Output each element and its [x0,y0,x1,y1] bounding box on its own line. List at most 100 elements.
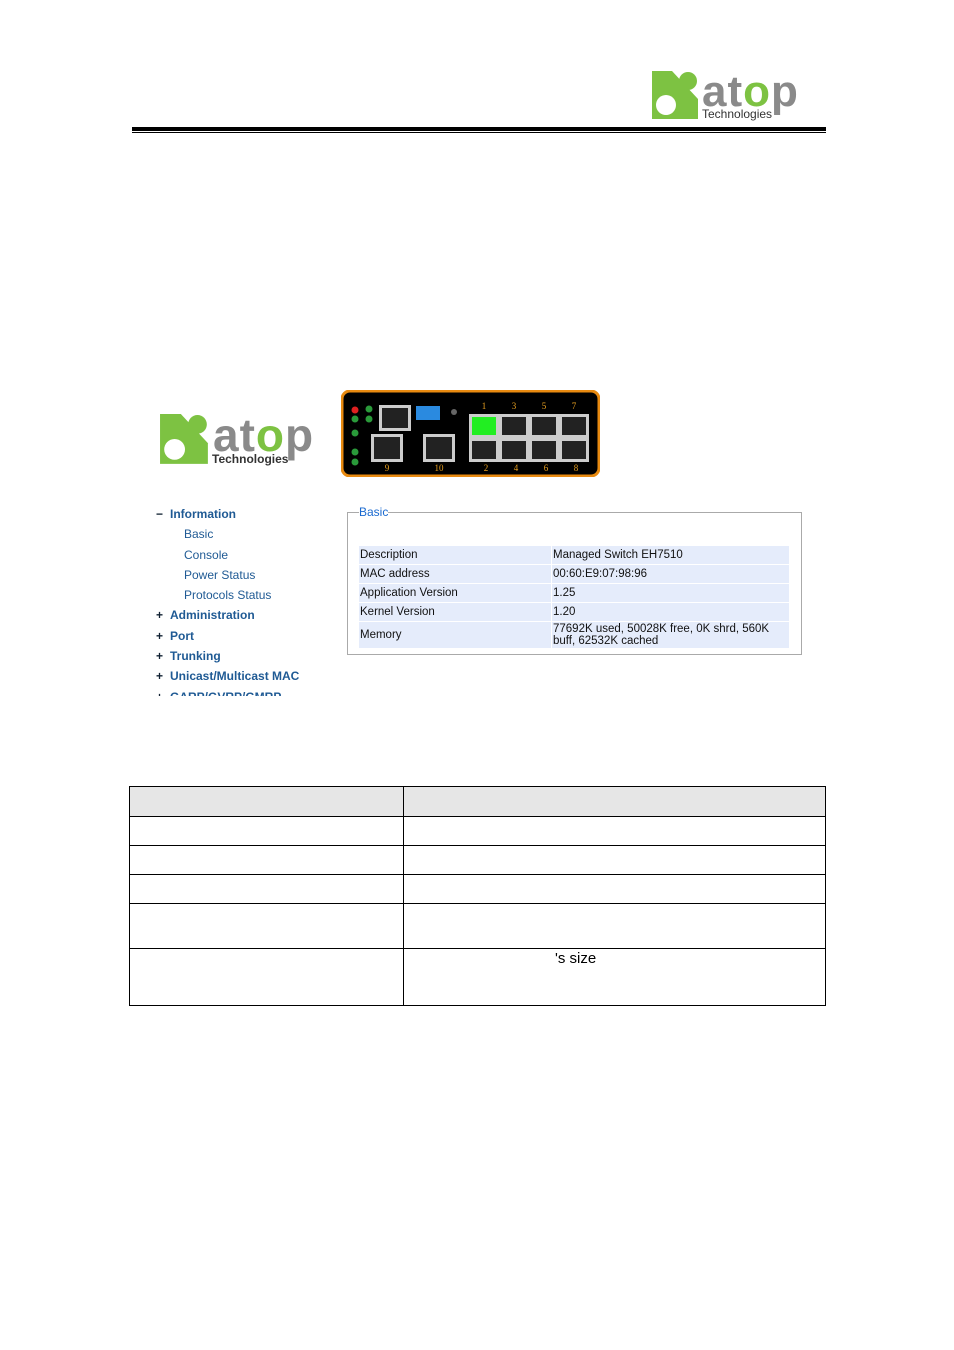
port-label: 6 [544,463,549,473]
nav-item[interactable]: Basic [156,526,336,546]
doc-cell [403,845,826,875]
basic-legend: Basic [359,505,389,519]
console-port-socket [382,408,408,428]
status-led [351,458,359,466]
nav-item-label: Power Status [184,567,256,582]
expand-icon[interactable]: + [156,689,170,696]
document-page: atop Technologies atop Technologies 1 3 5 7… [0,0,954,1350]
info-row: MAC address 00:60:E9:07:98:96 [358,564,790,584]
ethernet-port-socket [502,441,526,459]
info-label: Description [358,545,552,565]
doc-cell [129,903,404,949]
doc-cell [403,816,826,846]
info-value: 1.20 [551,602,790,622]
status-led [351,448,359,456]
doc-cell [403,874,826,904]
status-led [351,415,359,423]
atop-logo-header: atop Technologies [652,68,812,122]
info-value: 77692K used, 50028K free, 0K shrd, 560K … [551,621,790,649]
header-rule [132,127,826,131]
ethernet-port-socket [472,441,496,459]
atop-logo-screenshot: atop Technologies [160,410,335,468]
port-label: 7 [572,401,577,411]
doc-cell [403,903,826,949]
info-value: 00:60:E9:07:98:96 [551,564,790,584]
status-led [351,406,359,414]
ethernet-port-socket [472,417,496,435]
document-table: 's size [129,786,826,1006]
nav-item-label: Trunking [170,649,221,664]
collapse-icon[interactable]: − [156,506,170,522]
nav-item[interactable]: + Trunking [156,648,336,668]
logo-tagline: Technologies [702,107,773,121]
atop-logo-mark-icon [160,414,208,464]
device-panel[interactable]: 1 3 5 7 2 4 6 8 9 10 [340,389,601,478]
port-label: 9 [385,463,390,473]
expand-icon[interactable]: + [156,628,170,644]
expand-icon[interactable]: + [156,668,170,684]
info-value: 1.25 [551,583,790,603]
info-row: Application Version 1.25 [358,583,790,603]
logo-tagline: Technologies [212,452,289,466]
nav-item[interactable]: Protocols Status [156,587,336,607]
nav-item-label: Protocols Status [184,588,272,603]
doc-cell [129,786,404,817]
doc-cell [129,948,404,1006]
doc-table-row [129,816,826,846]
nav-item[interactable]: + Unicast/Multicast MAC [156,668,336,688]
nav-item-label: Console [184,547,229,562]
port-label: 5 [542,401,547,411]
nav-item-label: Administration [170,608,255,623]
port-label: 8 [574,463,579,473]
doc-table-row [129,786,826,817]
nav-item[interactable]: Power Status [156,567,336,587]
nav-item-label: Basic [184,527,214,542]
ethernet-port-socket [532,441,556,459]
doc-table-row [129,845,826,875]
nav-item[interactable]: +GARP/GVRP/GMRP [156,689,336,696]
doc-cell [129,845,404,875]
info-row: Description Managed Switch EH7510 [358,545,790,565]
doc-cell [403,786,826,817]
header-rule-thin [132,132,826,133]
nav-item[interactable]: Console [156,547,336,567]
nav-item-label: Port [170,628,194,643]
expand-icon[interactable]: + [156,607,170,623]
port-label: 1 [482,401,487,411]
uplink-port-10-socket [426,437,452,459]
info-label: Kernel Version [358,602,552,622]
status-led [351,429,359,437]
info-value: Managed Switch EH7510 [551,545,790,565]
doc-table-row: 's size [129,948,826,1006]
nav-item[interactable]: + Port [156,628,336,648]
info-label: Memory [358,621,552,649]
port-label: 3 [512,401,517,411]
ethernet-port-socket [562,441,586,459]
dip-switch [416,406,440,420]
nav-item-label: Information [170,507,236,521]
port-label: 10 [435,463,445,473]
ethernet-port-socket [562,417,586,435]
nav-item-label: Unicast/Multicast MAC [170,669,300,684]
info-label: MAC address [358,564,552,584]
doc-cell: 's size [403,948,826,1006]
nav-item-label: GARP/GVRP/GMRP [170,690,281,696]
doc-table-row [129,874,826,904]
atop-logo-mark-icon [652,71,698,119]
ethernet-port-socket [532,417,556,435]
ethernet-port-socket [502,417,526,435]
basic-info-table: Description Managed Switch EH7510 MAC addr… [358,545,790,649]
nav-item[interactable]: + Administration [156,607,336,627]
uplink-port-9-socket [374,437,400,459]
nav-item[interactable]: − Information [156,506,336,526]
expand-icon[interactable]: + [156,648,170,664]
doc-table-row [129,903,826,949]
reset-button [451,409,457,415]
nav-tree: − Information Basic Console Power Status Prot… [156,506,336,696]
doc-cell [129,874,404,904]
port-label: 2 [484,463,489,473]
doc-cell [129,816,404,846]
info-label: Application Version [358,583,552,603]
info-row: Memory 77692K used, 50028K free, 0K shrd,… [358,621,790,649]
info-row: Kernel Version 1.20 [358,602,790,622]
